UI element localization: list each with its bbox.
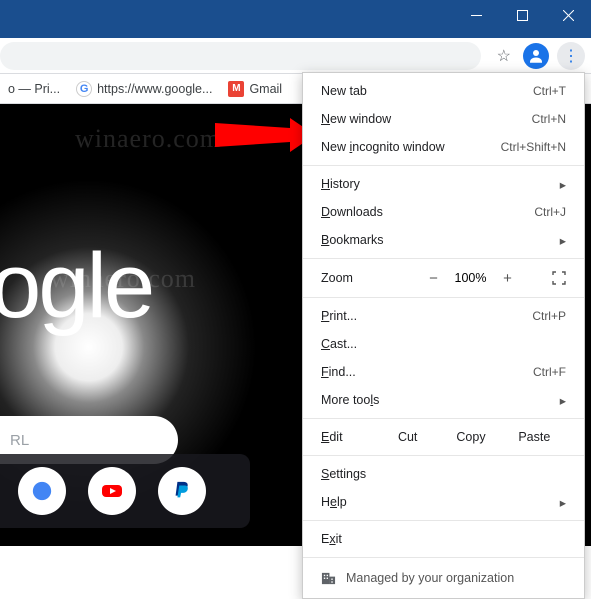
bookmark-star-icon[interactable]: ☆ bbox=[497, 46, 511, 66]
bookmark-item[interactable]: Ghttps://www.google... bbox=[76, 81, 212, 97]
bookmark-item[interactable]: o — Pri... bbox=[8, 82, 60, 96]
menu-new-tab[interactable]: New tabCtrl+T bbox=[303, 77, 584, 105]
edit-copy-button[interactable]: Copy bbox=[439, 430, 502, 444]
menu-help[interactable]: Help▸ bbox=[303, 488, 584, 516]
bookmark-label: Gmail bbox=[249, 82, 282, 96]
menu-separator bbox=[303, 258, 584, 259]
window-titlebar bbox=[0, 0, 591, 30]
address-bar[interactable] bbox=[0, 42, 481, 70]
menu-downloads[interactable]: DownloadsCtrl+J bbox=[303, 198, 584, 226]
shortcut-paypal[interactable] bbox=[158, 467, 206, 515]
profile-avatar[interactable] bbox=[523, 43, 549, 69]
tab-strip bbox=[0, 30, 591, 38]
menu-separator bbox=[303, 297, 584, 298]
menu-settings[interactable]: Settings bbox=[303, 460, 584, 488]
submenu-arrow-icon: ▸ bbox=[560, 177, 566, 192]
zoom-in-button[interactable]: + bbox=[493, 270, 523, 287]
bookmark-label: https://www.google... bbox=[97, 82, 212, 96]
google-logo: oogle bbox=[0, 234, 152, 339]
menu-cast[interactable]: Cast... bbox=[303, 330, 584, 358]
organization-icon bbox=[321, 571, 336, 586]
menu-exit[interactable]: Exit bbox=[303, 525, 584, 553]
chrome-menu: New tabCtrl+T New windowCtrl+N New incog… bbox=[302, 72, 585, 599]
menu-bookmarks[interactable]: Bookmarks▸ bbox=[303, 226, 584, 254]
menu-print[interactable]: Print...Ctrl+P bbox=[303, 302, 584, 330]
submenu-arrow-icon: ▸ bbox=[560, 393, 566, 408]
chrome-menu-button[interactable]: ⋮ bbox=[557, 42, 585, 70]
bookmark-label: o — Pri... bbox=[8, 82, 60, 96]
minimize-button[interactable] bbox=[453, 0, 499, 30]
zoom-value: 100% bbox=[449, 271, 493, 285]
submenu-arrow-icon: ▸ bbox=[560, 495, 566, 510]
browser-toolbar: ☆ ⋮ bbox=[0, 38, 591, 74]
google-favicon-icon: G bbox=[76, 81, 92, 97]
menu-history[interactable]: History▸ bbox=[303, 170, 584, 198]
menu-separator bbox=[303, 418, 584, 419]
menu-find[interactable]: Find...Ctrl+F bbox=[303, 358, 584, 386]
submenu-arrow-icon: ▸ bbox=[560, 233, 566, 248]
gmail-favicon-icon: M bbox=[228, 81, 244, 97]
managed-label: Managed by your organization bbox=[346, 571, 514, 585]
menu-separator bbox=[303, 455, 584, 456]
maximize-button[interactable] bbox=[499, 0, 545, 30]
menu-separator bbox=[303, 520, 584, 521]
search-placeholder: RL bbox=[10, 432, 29, 449]
shortcut-youtube[interactable] bbox=[88, 467, 136, 515]
fullscreen-button[interactable] bbox=[548, 271, 570, 285]
menu-separator bbox=[303, 557, 584, 558]
menu-edit-row: Edit Cut Copy Paste bbox=[303, 423, 584, 451]
menu-managed-notice[interactable]: Managed by your organization bbox=[303, 562, 584, 594]
zoom-out-button[interactable]: − bbox=[419, 270, 449, 287]
menu-new-incognito[interactable]: New incognito windowCtrl+Shift+N bbox=[303, 133, 584, 161]
shortcut-chip[interactable] bbox=[18, 467, 66, 515]
menu-separator bbox=[303, 165, 584, 166]
shortcut-dock bbox=[0, 454, 250, 528]
menu-zoom-row: Zoom − 100% + bbox=[303, 263, 584, 293]
menu-new-window[interactable]: New windowCtrl+N bbox=[303, 105, 584, 133]
bookmark-item[interactable]: M Gmail bbox=[228, 81, 282, 97]
close-button[interactable] bbox=[545, 0, 591, 30]
watermark-text: winaero.com bbox=[75, 124, 221, 154]
menu-more-tools[interactable]: More tools▸ bbox=[303, 386, 584, 414]
edit-paste-button[interactable]: Paste bbox=[503, 430, 566, 444]
edit-cut-button[interactable]: Cut bbox=[376, 430, 439, 444]
